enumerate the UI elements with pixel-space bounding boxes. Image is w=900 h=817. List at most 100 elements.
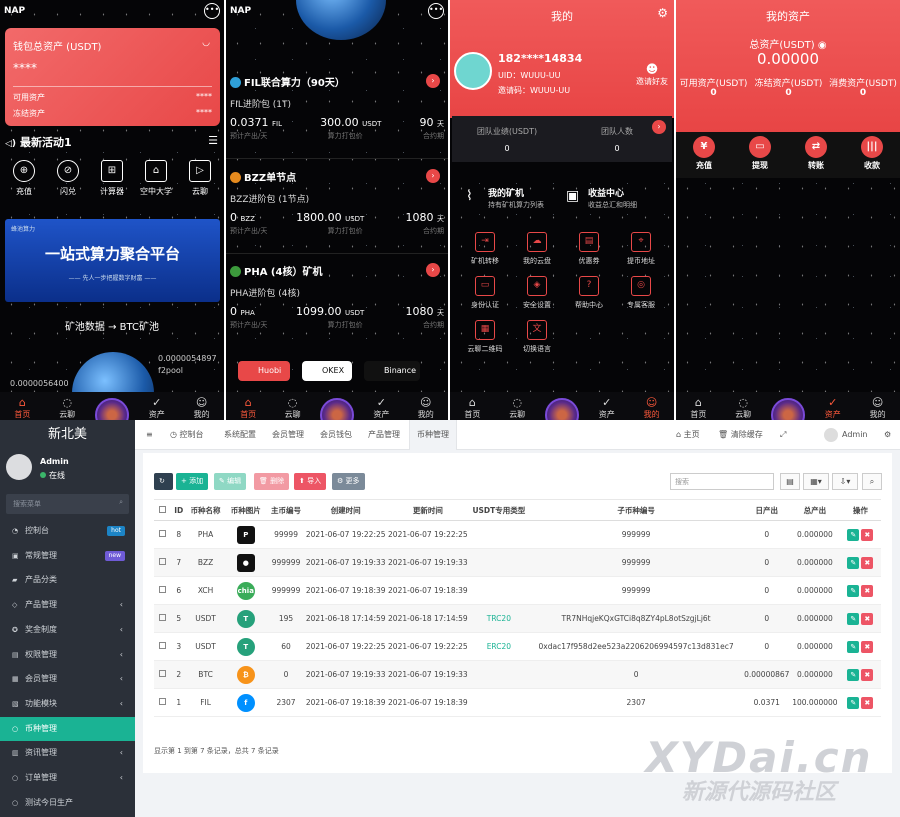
arrow-right-icon[interactable]: › (426, 74, 440, 88)
more-icon[interactable]: ••• (204, 3, 220, 19)
sidebar-item[interactable]: ◇ 产品管理 ‹ (0, 593, 135, 617)
clear-cache-link[interactable]: 🗑 清除缓存 (711, 420, 770, 450)
tab-assets[interactable]: ✓ 资产 (815, 397, 851, 420)
sidebar-item[interactable]: ◔ 控制台 hot (0, 519, 135, 543)
edit-icon[interactable]: ✎ (847, 668, 860, 681)
tab-chat[interactable]: ◌ 云聊 (275, 397, 311, 420)
tab-dashboard[interactable]: ◷ 控制台 (163, 420, 211, 450)
tab-mine[interactable]: ☺ 我的 (860, 397, 896, 420)
tab-assets[interactable]: ✓ 资产 (139, 397, 175, 420)
sidebar-item[interactable]: ▤ 权限管理 ‹ (0, 643, 135, 667)
sidebar-item[interactable]: ✪ 奖金制度 ‹ (0, 618, 135, 642)
add-button[interactable]: + 添加 (176, 473, 209, 490)
tab-coin-manage[interactable]: 币种管理 (409, 420, 457, 450)
quick-recharge[interactable]: ⊕ 充值 (4, 160, 44, 197)
wallet-card[interactable]: 钱包总资产 (USDT) ◡ **** 可用资产 **** 冻结资产 **** (5, 28, 220, 126)
quick-video[interactable]: ▷ 云聊 (180, 160, 220, 197)
tab-mine[interactable]: ☺ 我的 (184, 397, 220, 420)
more-icon[interactable]: ••• (428, 3, 444, 19)
quick-swap[interactable]: ⊘ 闪兑 (48, 160, 88, 197)
product-card[interactable]: PHA (4核）矿机 › PHA进阶包 (4核) 0 PHA 1099.00 US… (230, 263, 444, 330)
tab-assets[interactable]: ✓ 资产 (363, 397, 399, 420)
import-button[interactable]: ⬆ 导入 (294, 473, 327, 490)
settings-icon[interactable]: ⚙ (657, 6, 668, 20)
tab-member-manage[interactable]: 会员管理 (265, 420, 311, 450)
list-icon[interactable]: ☰ (208, 134, 218, 147)
tab-system-config[interactable]: 系统配置 (217, 420, 263, 450)
row-checkbox[interactable] (158, 530, 166, 537)
tab-home[interactable]: ⌂ 首页 (4, 397, 40, 420)
delete-icon[interactable]: ✖ (861, 640, 874, 653)
exchange-binance[interactable]: Binance (364, 361, 420, 381)
sidebar-item[interactable]: ○ 币种管理 (0, 716, 135, 741)
refresh-button[interactable]: ↻ (154, 473, 173, 490)
delete-icon[interactable]: ✖ (861, 696, 874, 709)
grid-miner-transfer[interactable]: ⇥ 矿机转移 (460, 232, 510, 266)
product-card[interactable]: FIL联合算力（90天） › FIL进阶包 (1T) 0.0371 FIL 300… (230, 74, 444, 141)
grid-identity[interactable]: ▭ 身份认证 (460, 276, 510, 310)
row-checkbox[interactable] (158, 642, 166, 649)
home-link[interactable]: ⌂ 主页 (669, 420, 707, 450)
search-icon[interactable]: ⌕ (862, 473, 882, 490)
tab-member-wallet[interactable]: 会员钱包 (313, 420, 359, 450)
tab-mine[interactable]: ☺ 我的 (634, 397, 670, 420)
receive-button[interactable]: ||| 收款 (861, 132, 883, 178)
fullscreen-icon[interactable]: ⤢ (773, 420, 793, 450)
delete-icon[interactable]: ✖ (861, 556, 874, 569)
select-all-checkbox[interactable] (158, 505, 166, 513)
grid-coupon[interactable]: ▤ 优惠券 (564, 232, 614, 266)
export-icon[interactable]: ⇩▾ (832, 473, 858, 490)
more-button[interactable]: ⚙ 更多 (332, 473, 365, 490)
sidebar-item[interactable]: ▧ 功能模块 ‹ (0, 692, 135, 716)
tab-home[interactable]: ⌂ 首页 (454, 397, 490, 420)
hamburger-icon[interactable]: ≡ (139, 420, 160, 450)
menu-search-input[interactable]: 搜索菜单 ⌕ (6, 494, 129, 514)
row-checkbox[interactable] (158, 586, 166, 593)
sidebar-item[interactable]: ▥ 资讯管理 ‹ (0, 741, 135, 765)
delete-icon[interactable]: ✖ (861, 612, 874, 625)
edit-icon[interactable]: ✎ (847, 612, 860, 625)
grid-service[interactable]: ◎ 专属客服 (616, 276, 666, 310)
exchange-huobi[interactable]: Huobi (238, 361, 290, 381)
edit-icon[interactable]: ✎ (847, 696, 860, 709)
grid-address[interactable]: ⌖ 提币地址 (616, 232, 666, 266)
row-checkbox[interactable] (158, 670, 166, 677)
delete-icon[interactable]: ✖ (861, 584, 874, 597)
tab-chat[interactable]: ◌ 云聊 (499, 397, 535, 420)
delete-icon[interactable]: ✖ (861, 528, 874, 541)
arrow-right-icon[interactable]: › (426, 263, 440, 277)
grid-help[interactable]: ? 帮助中心 (564, 276, 614, 310)
sidebar-item[interactable]: ○ 订单管理 ‹ (0, 766, 135, 790)
withdraw-button[interactable]: ▭ 提现 (749, 132, 771, 178)
quick-school[interactable]: ⌂ 空中大学 (136, 160, 176, 197)
arrow-right-icon[interactable]: › (426, 169, 440, 183)
grid-security[interactable]: ◈ 安全设置 (512, 276, 562, 310)
sidebar-item[interactable]: ▰ 产品分类 (0, 568, 135, 592)
tab-mine[interactable]: ☺ 我的 (408, 397, 444, 420)
avatar[interactable] (454, 52, 492, 90)
pool-title[interactable]: 矿池数据 → BTC矿池 (0, 318, 224, 333)
delete-button[interactable]: 🗑 删除 (254, 473, 290, 490)
admin-user-menu[interactable]: Admin (817, 420, 875, 450)
recharge-button[interactable]: ¥ 充值 (693, 132, 715, 178)
news-bar[interactable]: ◁) 最新活动1 (5, 134, 72, 150)
edit-icon[interactable]: ✎ (847, 640, 860, 653)
settings-icon[interactable]: ⚙ (877, 420, 898, 450)
edit-icon[interactable]: ✎ (847, 556, 860, 569)
edit-icon[interactable]: ✎ (847, 584, 860, 597)
toggle-view-icon[interactable]: ▤ (780, 473, 800, 490)
tab-chat[interactable]: ◌ 云聊 (49, 397, 85, 420)
avatar[interactable] (6, 454, 32, 480)
row-checkbox[interactable] (158, 698, 166, 705)
row-checkbox[interactable] (158, 558, 166, 565)
tab-home[interactable]: ⌂ 首页 (680, 397, 716, 420)
product-card[interactable]: BZZ单节点 › BZZ进阶包 (1节点) 0 BZZ 1800.00 USDT 1… (230, 169, 444, 236)
row-checkbox[interactable] (158, 614, 166, 621)
quick-calculator[interactable]: ⊞ 计算器 (92, 160, 132, 197)
edit-button[interactable]: ✎ 编辑 (214, 473, 247, 490)
edit-icon[interactable]: ✎ (847, 528, 860, 541)
sidebar-item[interactable]: ▦ 会员管理 ‹ (0, 667, 135, 691)
column-header[interactable] (154, 499, 171, 521)
tab-assets[interactable]: ✓ 资产 (589, 397, 625, 420)
columns-icon[interactable]: ▦▾ (803, 473, 829, 490)
